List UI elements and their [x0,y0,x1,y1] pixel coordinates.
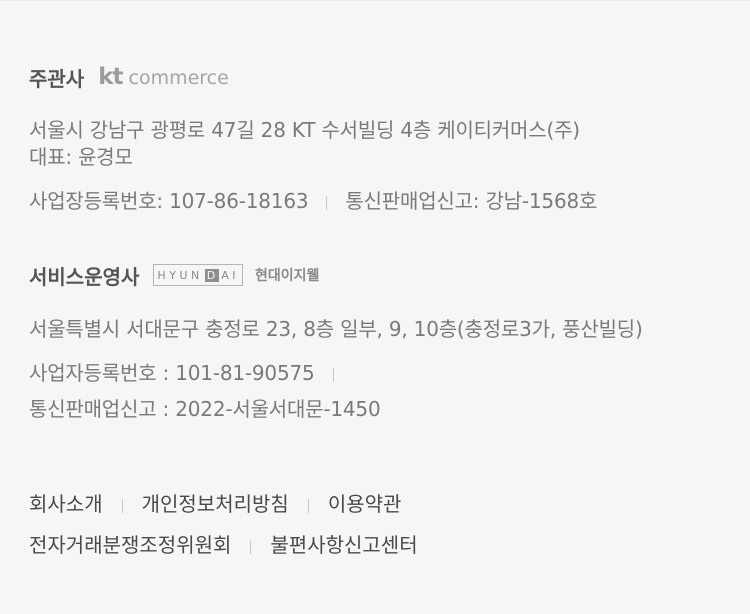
hyundai-logo-i: I [232,268,239,282]
top-divider [0,0,750,1]
hyundai-logo-u: U [179,268,191,282]
hyundai-logo-n: N [190,268,203,282]
operator-business-reg: 사업장등록번호: 107-86-18163 [29,189,309,213]
commerce-logo-text: commerce [128,67,229,89]
hyundai-ezwel-text: 현대이지웰 [254,268,320,284]
kt-commerce-logo: kt commerce [98,64,229,90]
complaint-center-link[interactable]: 불편사항신고센터 [270,533,417,557]
kt-logo-text: kt [98,64,123,90]
operator-registration-line: 사업장등록번호: 107-86-18163 통신판매업신고: 강남-1568호 [29,185,597,214]
service-address: 서울특별시 서대문구 충정로 23, 8층 일부, 9, 10층(충정로3가, … [29,317,643,341]
separator [326,195,328,210]
service-mail-order-reg: 통신판매업신고 : 2022-서울서대문-1450 [29,397,381,421]
hyundai-logo: H Y U N D A I [153,264,243,286]
service-heading: 서비스운영사 H Y U N D A I 현대이지웰 [29,260,319,290]
hyundai-logo-y: Y [169,268,180,282]
hyundai-logo-a: A [221,268,233,282]
service-label: 서비스운영사 [29,264,140,289]
operator-label: 주관사 [29,66,85,91]
company-intro-link[interactable]: 회사소개 [29,492,103,516]
separator [332,367,334,382]
dispute-committee-link[interactable]: 전자거래분쟁조정위원회 [29,533,231,557]
operator-heading: 주관사 kt commerce [29,62,229,92]
operator-mail-order-reg: 통신판매업신고: 강남-1568호 [345,189,598,213]
footer-links-row-1: 회사소개 개인정보처리방침 이용약관 [29,488,401,517]
privacy-policy-link[interactable]: 개인정보처리방침 [142,492,289,516]
service-business-reg-line: 사업자등록번호 : 101-81-90575 [29,357,352,386]
terms-link[interactable]: 이용약관 [328,492,402,516]
separator [250,539,252,554]
footer-links-row-2: 전자거래분쟁조정위원회 불편사항신고센터 [29,529,418,558]
separator [307,498,309,513]
operator-ceo: 대표: 윤경모 [29,145,133,169]
hyundai-logo-d: D [204,268,220,282]
service-business-reg: 사업자등록번호 : 101-81-90575 [29,361,315,385]
hyundai-logo-h: H [157,268,170,282]
operator-address: 서울시 강남구 광평로 47길 28 KT 수서빌딩 4층 케이티커머스(주) [29,118,580,142]
separator [121,498,123,513]
